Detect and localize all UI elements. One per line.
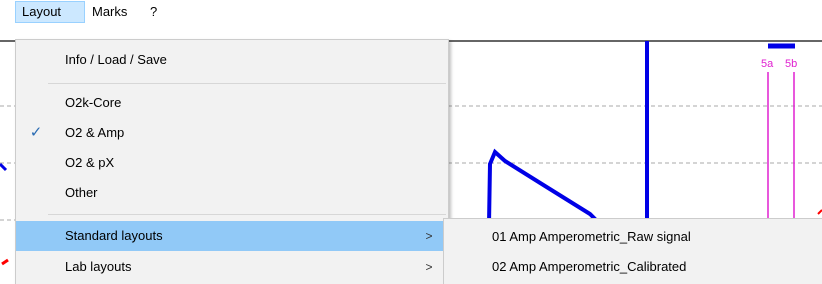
mark-label-5b: 5b — [785, 58, 798, 70]
mark-label-5a: 5a — [761, 58, 774, 70]
submenu-item-label: 02 Amp Amperometric_Calibrated — [492, 259, 687, 274]
menu-help[interactable]: ? — [144, 1, 168, 23]
menu-item-other[interactable]: Other — [16, 178, 448, 208]
menu-item-lab-layouts[interactable]: Lab layouts > — [16, 252, 448, 282]
standard-layouts-submenu: 01 Amp Amperometric_Raw signal 02 Amp Am… — [443, 218, 822, 284]
menu-item-label: O2 & Amp — [65, 125, 125, 140]
menu-item-o2-px[interactable]: O2 & pX — [16, 148, 448, 178]
menu-item-label: Lab layouts — [65, 259, 132, 274]
submenu-item-calibrated[interactable]: 02 Amp Amperometric_Calibrated — [444, 252, 822, 282]
layout-dropdown-menu: Info / Load / Save O2k-Core ✓ O2 & Amp O… — [15, 39, 449, 284]
submenu-item-raw-signal[interactable]: 01 Amp Amperometric_Raw signal — [444, 222, 822, 252]
menu-layout[interactable]: Layout — [15, 1, 85, 23]
menu-separator — [48, 83, 446, 84]
trace-fragment — [0, 162, 8, 172]
menu-item-info-load-save[interactable]: Info / Load / Save — [16, 45, 448, 75]
menu-item-label: Info / Load / Save — [65, 52, 167, 67]
checkmark-icon: ✓ — [29, 124, 43, 141]
red-trace-fragment — [1, 258, 9, 266]
submenu-item-label: 01 Amp Amperometric_Raw signal — [492, 229, 691, 244]
menu-item-label: Standard layouts — [65, 228, 163, 243]
submenu-arrow-icon: > — [425, 229, 433, 243]
submenu-arrow-icon: > — [425, 260, 433, 274]
menu-bar: Layout Marks ? — [0, 0, 822, 24]
menu-separator — [48, 214, 446, 215]
menu-item-standard-layouts[interactable]: Standard layouts > — [16, 221, 448, 251]
menu-item-o2-amp[interactable]: ✓ O2 & Amp — [16, 118, 448, 148]
menu-item-label: O2 & pX — [65, 155, 115, 170]
menu-item-label: Other — [65, 185, 98, 200]
menu-marks[interactable]: Marks — [86, 1, 144, 23]
red-trace-fragment — [817, 209, 822, 215]
menu-item-o2k-core[interactable]: O2k-Core — [16, 88, 448, 118]
menu-item-label: O2k-Core — [65, 95, 122, 110]
